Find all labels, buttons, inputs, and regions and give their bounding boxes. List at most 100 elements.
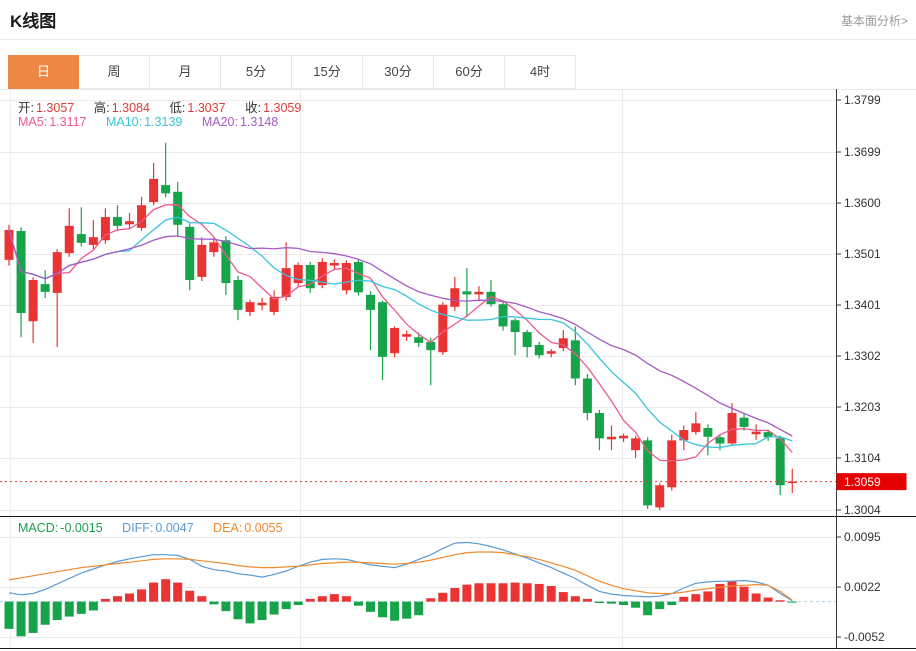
- candle-body: [137, 205, 146, 228]
- candle-body: [221, 240, 230, 283]
- candle-body: [715, 437, 724, 443]
- candle-body: [450, 288, 459, 307]
- macd-bar: [53, 602, 62, 620]
- candle-body: [607, 437, 616, 440]
- candle-body: [547, 351, 556, 354]
- candle-body: [499, 304, 508, 326]
- macd-bar: [547, 586, 556, 602]
- candle-body: [246, 302, 255, 312]
- price-axis-label: 1.3302: [844, 349, 881, 363]
- macd-bar: [523, 583, 532, 601]
- macd-bar: [788, 602, 797, 603]
- candle-body: [631, 438, 640, 450]
- macd-bar: [390, 602, 399, 621]
- price-axis-label: 1.3401: [844, 298, 881, 312]
- macd-bar: [752, 593, 761, 601]
- candle-body: [342, 263, 351, 290]
- macd-bar: [426, 598, 435, 601]
- macd-bar: [511, 583, 520, 602]
- macd-bar: [161, 579, 170, 601]
- candle-body: [752, 432, 761, 435]
- candle-body: [282, 268, 291, 297]
- candle-body: [414, 337, 423, 343]
- candle-body: [655, 485, 664, 507]
- candle-body: [53, 252, 62, 293]
- candle-body: [728, 413, 737, 443]
- macd-bar: [17, 602, 26, 637]
- open-value: 开:1.3057: [18, 101, 74, 115]
- candle-body: [149, 179, 158, 202]
- candle-body: [474, 292, 483, 295]
- macd-bar: [474, 583, 483, 601]
- macd-bar: [728, 581, 737, 601]
- candle-body: [583, 378, 592, 413]
- candle-body: [65, 226, 74, 253]
- macd-bar: [679, 597, 688, 602]
- candle-body: [703, 428, 712, 437]
- ma10-value: MA10:1.3139: [106, 115, 182, 129]
- candle-body: [354, 262, 363, 292]
- macd-bar: [342, 596, 351, 601]
- macd-bar: [258, 602, 267, 620]
- candle-body: [438, 305, 447, 352]
- candle-body: [197, 245, 206, 277]
- macd-bar: [691, 594, 700, 601]
- candle-body: [41, 284, 50, 292]
- macd-bar: [101, 599, 110, 602]
- macd-bar: [571, 596, 580, 601]
- price-axis-label: 1.3699: [844, 145, 881, 159]
- candle-body: [378, 302, 387, 357]
- candle-body: [77, 234, 86, 243]
- macd-bar: [29, 602, 38, 633]
- price-axis-label: 1.3501: [844, 247, 881, 261]
- macd-bar: [294, 602, 303, 605]
- candle-body: [667, 440, 676, 487]
- macd-bar: [619, 602, 628, 605]
- macd-bar: [246, 602, 255, 624]
- macd-bar: [631, 602, 640, 608]
- macd-bar: [77, 602, 86, 614]
- macd-bar: [438, 593, 447, 602]
- price-axis-label: 1.3600: [844, 196, 881, 210]
- macd-axis-label: -0.0052: [844, 630, 885, 644]
- macd-bar: [655, 602, 664, 609]
- macd-bar: [583, 599, 592, 602]
- macd-bar: [209, 602, 218, 605]
- candle-body: [294, 265, 303, 283]
- candle-body: [571, 340, 580, 378]
- macd-bar: [318, 596, 327, 601]
- candle-body: [29, 280, 38, 321]
- macd-bar: [378, 602, 387, 618]
- candle-body: [161, 185, 170, 193]
- macd-bar: [487, 583, 496, 601]
- price-axis-label: 1.3799: [844, 93, 881, 107]
- macd-bar: [667, 602, 676, 605]
- candle-body: [679, 430, 688, 440]
- candle-body: [462, 291, 471, 294]
- price-axis-label: 1.3203: [844, 400, 881, 414]
- macd-value: MACD:-0.0015: [18, 521, 103, 535]
- kline-page: K线图 基本面分析> 日周月5分15分30分60分4时 1.37991.3699…: [0, 0, 916, 651]
- candle-body: [776, 438, 785, 485]
- macd-bar: [535, 584, 544, 602]
- candle-body: [330, 263, 339, 266]
- macd-bar: [197, 596, 206, 601]
- macd-bar: [414, 602, 423, 616]
- candle-body: [185, 227, 194, 280]
- macd-axis-label: 0.0095: [844, 530, 881, 544]
- candle-body: [740, 418, 749, 427]
- diff-line: [9, 542, 792, 601]
- candle-body: [113, 217, 122, 226]
- price-axis-label: 1.3004: [844, 503, 881, 517]
- macd-bar: [402, 602, 411, 619]
- candle-body: [258, 303, 267, 306]
- macd-bar: [149, 583, 158, 602]
- macd-legend: MACD:-0.0015 DIFF:0.0047 DEA:0.0055: [18, 521, 299, 535]
- diff-value: DIFF:0.0047: [122, 521, 193, 535]
- candle-body: [5, 230, 14, 260]
- candle-body: [366, 295, 375, 310]
- macd-bar: [125, 593, 134, 601]
- candle-body: [89, 237, 98, 245]
- macd-bar: [233, 602, 242, 620]
- last-price-badge-label: 1.3059: [844, 475, 881, 489]
